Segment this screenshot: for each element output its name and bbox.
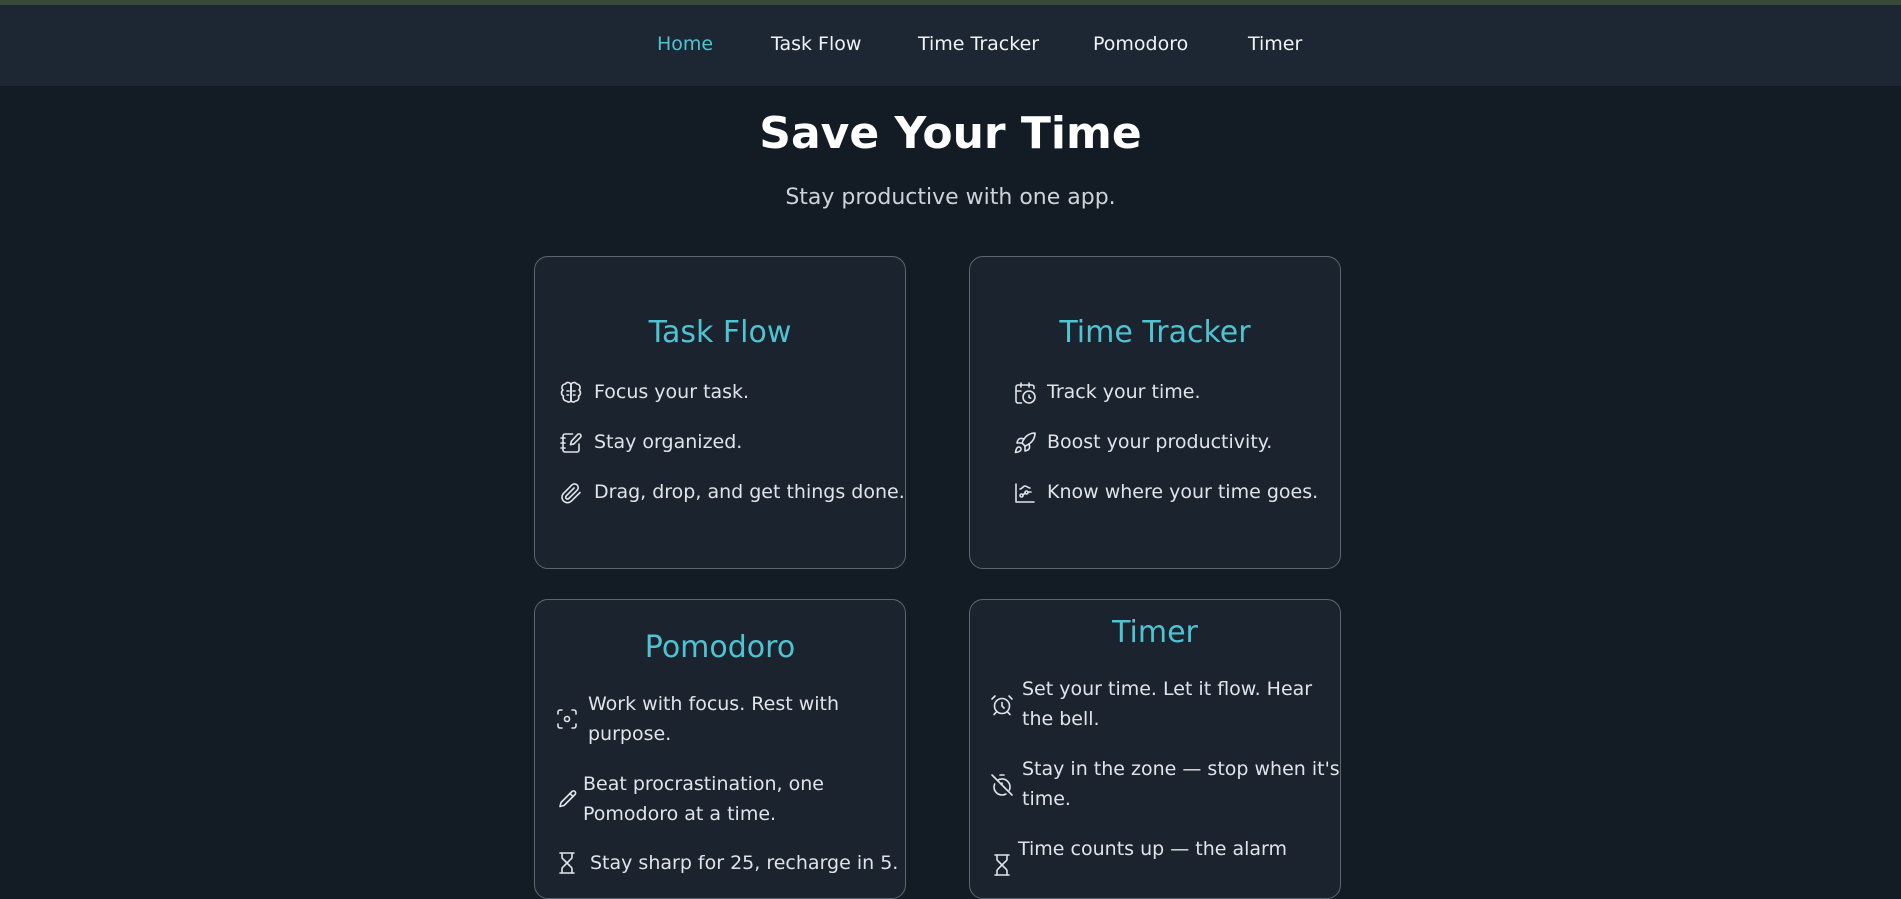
card-title: Pomodoro (644, 630, 796, 665)
feature-text: Stay organized. (594, 431, 743, 453)
hourglass-icon (555, 851, 579, 875)
card-pomodoro[interactable]: Pomodoro Work with focus. Rest with purp… (534, 599, 906, 899)
nav-home[interactable]: Home (657, 32, 713, 56)
feature-text: Time counts up — the alarm (1018, 838, 1288, 860)
feature-text: purpose. (588, 723, 672, 745)
feature-text: Stay sharp for 25, recharge in 5. (590, 852, 899, 874)
card-timer[interactable]: Timer Set your time. Let it flow. Hear t… (969, 599, 1341, 899)
feature-text: Track your time. (1047, 381, 1201, 403)
feature-text: Work with focus. Rest with (588, 693, 840, 715)
feature-text: the bell. (1022, 708, 1100, 730)
nav-timer[interactable]: Timer (1248, 32, 1302, 56)
nav-task-flow[interactable]: Task Flow (771, 32, 861, 56)
feature-text: Drag, drop, and get things done. (594, 481, 905, 503)
card-title: Time Tracker (1059, 315, 1251, 350)
feature-text: Boost your productivity. (1047, 431, 1273, 453)
brain-icon (559, 381, 583, 405)
calendar-clock-icon (1013, 381, 1037, 405)
timer-off-icon (990, 773, 1014, 797)
feature-text: Set your time. Let it flow. Hear (1022, 678, 1313, 700)
hourglass-icon (990, 853, 1014, 877)
page-title: Save Your Time (759, 108, 1142, 159)
alarm-clock-icon (990, 693, 1014, 717)
card-task-flow[interactable]: Task Flow Focus your task. Stay organize… (534, 256, 906, 569)
nav-time-tracker[interactable]: Time Tracker (918, 32, 1039, 56)
feature-text: Focus your task. (594, 381, 750, 403)
notebook-pen-icon (559, 431, 583, 455)
paperclip-icon (559, 481, 583, 505)
navbar: Home Task Flow Time Tracker Pomodoro Tim… (0, 5, 1901, 86)
page-subtitle: Stay productive with one app. (785, 185, 1116, 210)
nav-pomodoro[interactable]: Pomodoro (1093, 32, 1188, 56)
card-title: Timer (1112, 615, 1198, 650)
feature-text: Pomodoro at a time. (583, 803, 777, 825)
rocket-icon (1013, 431, 1037, 455)
chart-spline-icon (1013, 481, 1037, 505)
feature-text: time. (1022, 788, 1071, 810)
feature-text: Beat procrastination, one (583, 773, 824, 795)
pencil-icon (555, 787, 579, 811)
feature-text: Know where your time goes. (1047, 481, 1319, 503)
focus-scan-icon (555, 707, 579, 731)
card-time-tracker[interactable]: Time Tracker Track your time. Boost your… (969, 256, 1341, 569)
card-title: Task Flow (648, 315, 792, 350)
feature-text: Stay in the zone — stop when it's (1022, 758, 1340, 780)
